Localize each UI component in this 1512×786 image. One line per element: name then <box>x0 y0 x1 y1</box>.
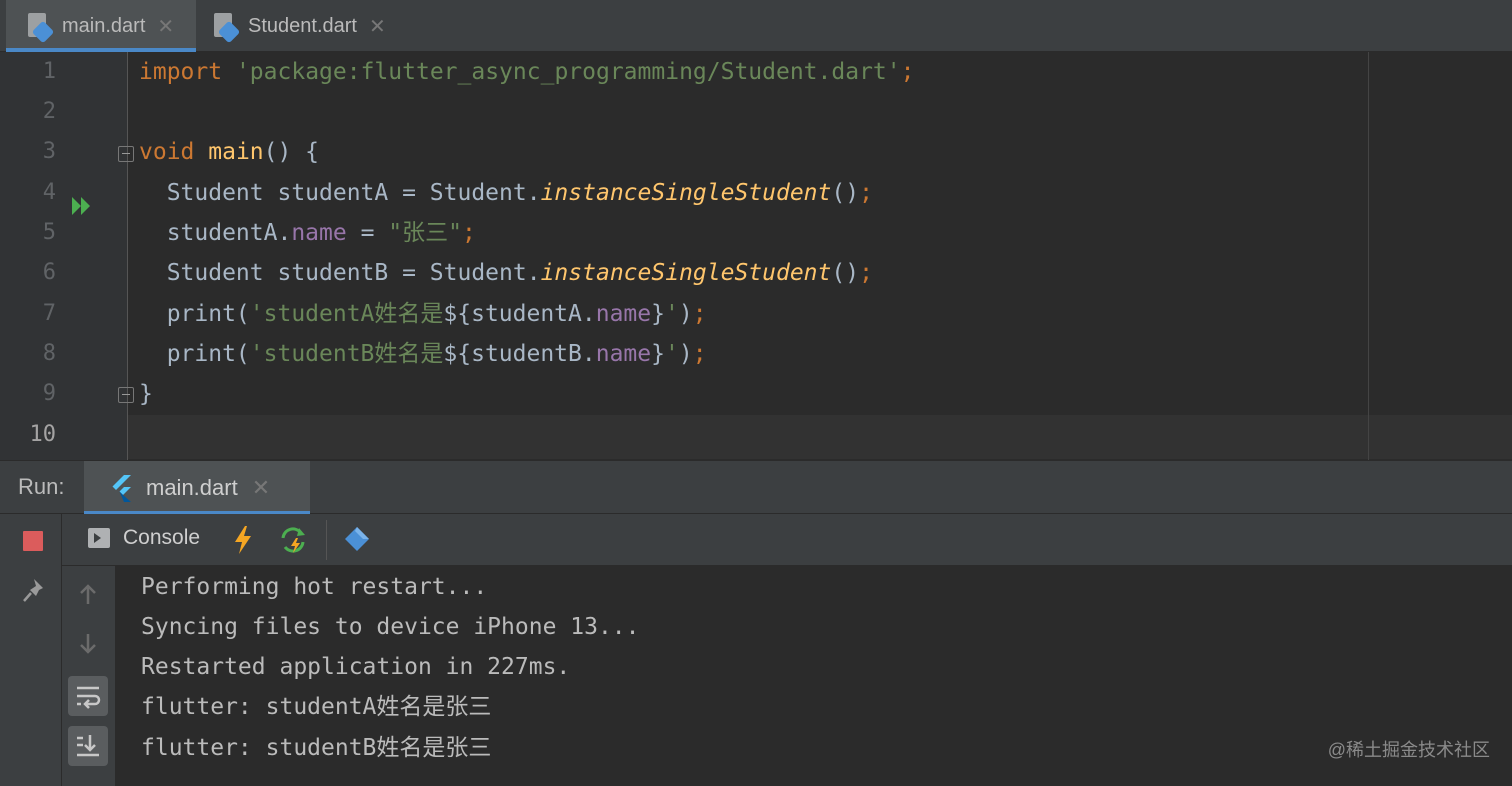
tab-main-dart[interactable]: main.dart ✕ <box>6 0 196 52</box>
line-number: 5 <box>42 220 56 245</box>
fold-icon[interactable] <box>118 387 134 403</box>
console-side-toolbar <box>62 566 116 786</box>
scroll-to-end-icon[interactable] <box>68 726 108 766</box>
semicolon: ; <box>461 220 476 246</box>
string-literal: 'package:flutter_async_programming/Stude… <box>235 59 901 85</box>
run-tool-window-header: Run: main.dart ✕ <box>0 460 1512 515</box>
code-text: print( <box>139 301 250 327</box>
code-text: () <box>831 180 860 206</box>
static-method: instanceSingleStudent <box>540 260 832 286</box>
code-text: ) <box>678 301 693 327</box>
tab-label: Student.dart <box>248 14 357 37</box>
code-line-3: void main() { <box>139 132 319 172</box>
line-number: 2 <box>42 99 56 124</box>
code-text: } <box>651 341 665 367</box>
run-label: Run: <box>18 474 65 499</box>
run-main-icon[interactable] <box>70 194 94 218</box>
property: name <box>291 220 347 246</box>
dart-file-icon <box>28 11 55 44</box>
code-text: Student studentA = Student. <box>139 180 541 206</box>
line-number: 3 <box>42 139 56 164</box>
code-text: print( <box>139 341 250 367</box>
run-left-toolbar <box>0 514 62 786</box>
fold-icon[interactable] <box>118 146 134 162</box>
function-name: main <box>208 139 264 165</box>
dart-file-icon <box>214 11 241 44</box>
pin-icon[interactable] <box>20 576 46 606</box>
code-text: studentA. <box>139 220 292 246</box>
property: name <box>595 341 652 367</box>
tab-student-dart[interactable]: Student.dart ✕ <box>196 0 416 52</box>
tab-label: main.dart <box>62 14 146 37</box>
string-literal: ' <box>664 301 679 327</box>
code-line-5: studentA.name = "张三"; <box>139 213 476 253</box>
hot-reload-icon[interactable] <box>228 524 258 556</box>
console-tab[interactable]: Console <box>88 526 200 550</box>
close-icon[interactable]: ✕ <box>252 475 270 501</box>
code-line-8: print('studentB姓名是${studentB.name}'); <box>139 334 707 374</box>
code-editor[interactable]: 1 2 3 4 5 6 7 8 9 10 import 'package:flu… <box>0 52 1512 460</box>
run-tab-label: main.dart <box>146 475 238 500</box>
line-number: 7 <box>42 301 56 326</box>
keyword: import <box>139 59 223 85</box>
code-line-1: import 'package:flutter_async_programmin… <box>139 52 914 92</box>
toolbar-separator <box>326 520 327 560</box>
editor-tab-bar: main.dart ✕ Student.dart ✕ <box>0 0 1512 52</box>
close-icon[interactable]: ✕ <box>157 14 174 39</box>
code-line-4: Student studentA = Student.instanceSingl… <box>139 173 873 213</box>
code-text: () <box>831 260 860 286</box>
line-number: 10 <box>29 422 57 447</box>
interpolation: ${studentA. <box>443 301 596 327</box>
soft-wrap-icon[interactable] <box>68 676 108 716</box>
interpolation: ${studentB. <box>443 341 596 367</box>
semicolon: ; <box>900 59 915 85</box>
hot-restart-icon[interactable] <box>278 524 308 556</box>
code-line-9: } <box>139 374 153 414</box>
current-line-highlight <box>128 415 1512 459</box>
string-literal: 'studentA姓名是 <box>249 301 444 327</box>
line-number: 6 <box>42 260 56 285</box>
scroll-up-icon[interactable] <box>68 574 108 614</box>
right-margin-guide <box>1368 52 1369 460</box>
line-number: 4 <box>42 180 56 205</box>
stop-button[interactable] <box>23 531 43 551</box>
line-number: 8 <box>42 341 56 366</box>
string-literal: "张三" <box>388 220 462 246</box>
console-line: Syncing files to device iPhone 13... <box>141 614 640 640</box>
code-text: Student studentB = Student. <box>139 260 541 286</box>
console-line: Performing hot restart... <box>141 574 488 600</box>
close-icon[interactable]: ✕ <box>369 14 386 39</box>
line-number: 1 <box>42 59 56 84</box>
code-line-7: print('studentA姓名是${studentA.name}'); <box>139 294 707 334</box>
watermark: @稀土掘金技术社区 <box>1327 740 1490 760</box>
semicolon: ; <box>859 180 873 206</box>
console-icon <box>88 528 110 548</box>
console-line: flutter: studentB姓名是张三 <box>141 735 492 761</box>
console-output[interactable]: Performing hot restart... Syncing files … <box>117 566 1512 786</box>
string-literal: 'studentB姓名是 <box>249 341 444 367</box>
console-line: flutter: studentA姓名是张三 <box>141 694 492 720</box>
string-literal: ' <box>664 341 679 367</box>
code-text: } <box>139 381 153 407</box>
semicolon: ; <box>859 260 873 286</box>
console-tab-label: Console <box>123 526 201 549</box>
console-toolbar: Console <box>62 514 1512 566</box>
dart-devtools-icon[interactable] <box>342 524 372 556</box>
scroll-down-icon[interactable] <box>68 624 108 664</box>
code-text: } <box>651 301 665 327</box>
flutter-icon <box>112 475 131 502</box>
semicolon: ; <box>692 301 707 327</box>
code-text: = <box>346 220 389 246</box>
property: name <box>595 301 652 327</box>
code-text: ) <box>678 341 693 367</box>
code-text: () { <box>263 139 320 165</box>
keyword: void <box>139 139 195 165</box>
console-line: Restarted application in 227ms. <box>141 654 571 680</box>
semicolon: ; <box>692 341 707 367</box>
run-tab-main-dart[interactable]: main.dart ✕ <box>84 461 310 515</box>
line-number: 9 <box>42 381 56 406</box>
static-method: instanceSingleStudent <box>540 180 832 206</box>
code-line-6: Student studentB = Student.instanceSingl… <box>139 253 873 293</box>
